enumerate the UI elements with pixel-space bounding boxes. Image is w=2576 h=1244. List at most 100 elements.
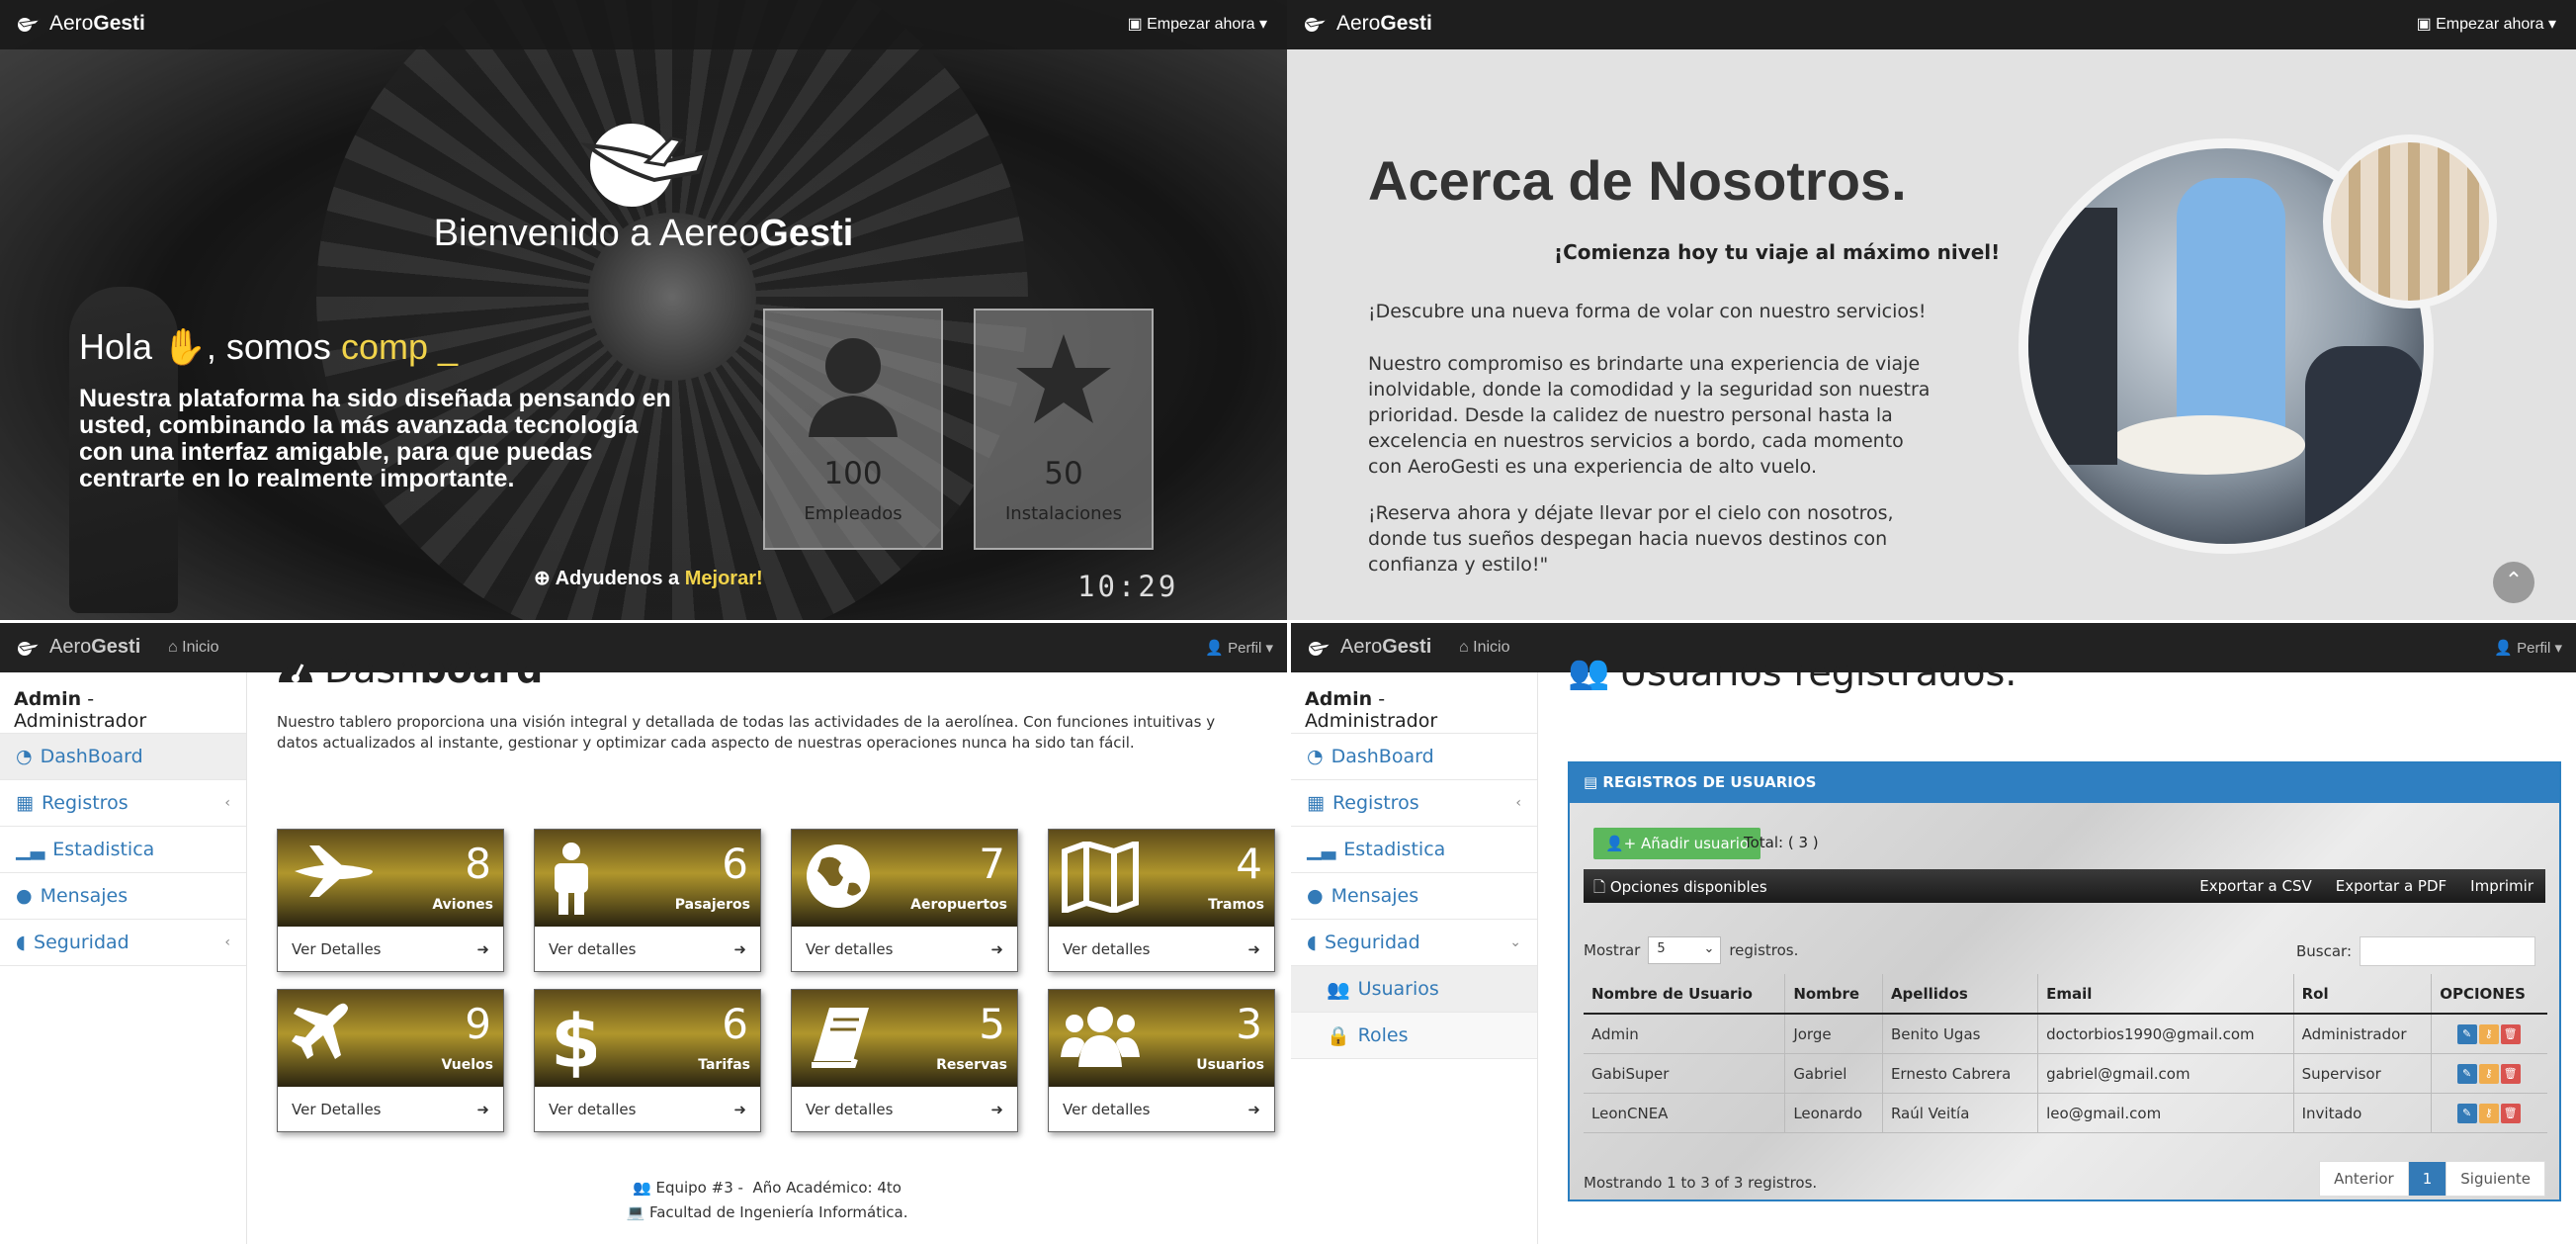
dashboard-icon xyxy=(279,664,312,682)
options-bar: 🗋 Opciones disponibles Exportar a CSV Ex… xyxy=(1584,869,2545,903)
arrow-circle-right-icon: ➜ xyxy=(990,939,1003,958)
brand-bold: Gesti xyxy=(1380,12,1432,35)
sidebar-user-role: Admin - Administrador xyxy=(1291,672,1537,734)
chevron-left-icon: ‹ xyxy=(1515,795,1521,811)
greeting-somos: , somos xyxy=(206,326,331,367)
arrow-circle-right-icon: ➜ xyxy=(476,939,489,958)
tile-label: Aeropuertos xyxy=(910,897,1007,913)
edit-icon[interactable]: ✎ xyxy=(2456,1064,2477,1084)
profile-menu[interactable]: 👤 Perfil ▾ xyxy=(2494,639,2562,657)
add-user-label: Añadir usuario xyxy=(1641,835,1750,852)
view-details-link[interactable]: Ver Detalles ➜ xyxy=(278,927,503,971)
view-details-label: Ver detalles xyxy=(806,1100,894,1118)
trash-icon[interactable]: 🗑 xyxy=(2500,1024,2521,1044)
view-details-link[interactable]: Ver Detalles ➜ xyxy=(278,1087,503,1131)
about-paragraph-2: Nuestro compromiso es brindarte una expe… xyxy=(1368,353,1931,478)
plane-logo-icon xyxy=(1309,641,1332,656)
improve-link[interactable]: Mejorar! xyxy=(685,568,763,589)
sidebar-item-dashboard[interactable]: ◔ DashBoard xyxy=(0,734,246,780)
title-part-b: board xyxy=(419,648,544,691)
stat-label: Instalaciones xyxy=(1005,503,1122,524)
dashboard-screen: AeroGesti ⌂ Inicio 👤 Perfil ▾ Admin - Ad… xyxy=(0,623,1287,1244)
profile-menu[interactable]: 👤 Perfil ▾ xyxy=(1205,639,1273,657)
sidebar-item-estadistica[interactable]: ▁▃ Estadistica xyxy=(0,827,246,873)
home-label: Inicio xyxy=(182,639,219,656)
sidebar-item-label: Estadistica xyxy=(52,839,155,860)
view-details-link[interactable]: Ver detalles ➜ xyxy=(1049,927,1274,971)
trash-icon[interactable]: 🗑 xyxy=(2500,1104,2521,1123)
help-prefix: Adyudenos a xyxy=(555,568,680,589)
tile-header: 8 Aviones xyxy=(278,830,503,927)
prev-page-button[interactable]: Anterior xyxy=(2320,1162,2409,1196)
sidebar-item-roles[interactable]: 🔒 Roles xyxy=(1291,1013,1537,1059)
sidebar-item-mensajes[interactable]: ● Mensajes xyxy=(0,873,246,920)
column-header[interactable]: OPCIONES xyxy=(2431,974,2547,1015)
typed-text: comp _ xyxy=(340,326,459,367)
stat-tile-aviones: 8 Aviones Ver Detalles ➜ xyxy=(277,829,504,972)
table-cell: Ernesto Cabrera xyxy=(1882,1053,2039,1094)
clock-display: 10:29 xyxy=(1077,570,1179,603)
view-details-link[interactable]: Ver detalles ➜ xyxy=(792,927,1017,971)
table-row: LeonCNEA Leonardo Raúl Veitía leo@gmail.com… xyxy=(1584,1093,2547,1133)
help-link[interactable]: ⊕ Adyudenos a Mejorar! xyxy=(534,566,763,590)
edit-icon[interactable]: ✎ xyxy=(2456,1104,2477,1123)
tile-header: 3 Usuarios xyxy=(1049,990,1274,1087)
key-icon[interactable]: ⚷ xyxy=(2478,1104,2499,1123)
map-icon xyxy=(1061,839,1140,917)
brand-logo[interactable]: AeroGesti xyxy=(1307,636,1431,659)
sidebar-item-label: Mensajes xyxy=(1331,885,1419,907)
shield-icon: ◖ xyxy=(1307,932,1318,953)
hero-navbar: AeroGesti ▣ Empezar ahora ▾ xyxy=(0,0,1287,49)
brand-logo[interactable]: AeroGesti xyxy=(16,12,145,36)
sidebar-item-seguridad[interactable]: ◖ Seguridad ‹ xyxy=(0,920,246,966)
home-link[interactable]: ⌂ Inicio xyxy=(168,639,218,657)
view-details-link[interactable]: Ver detalles ➜ xyxy=(535,927,760,971)
export-csv-button[interactable]: Exportar a CSV xyxy=(2199,877,2311,895)
sidebar-item-registros[interactable]: ▦ Registros ‹ xyxy=(1291,780,1537,827)
stat-card-employees: 100 Empleados xyxy=(763,309,943,550)
print-button[interactable]: Imprimir xyxy=(2470,877,2533,895)
page-size-select[interactable]: 5 ⌄ xyxy=(1648,936,1722,964)
scroll-top-button[interactable]: ⌃ xyxy=(2493,562,2534,603)
view-details-link[interactable]: Ver detalles ➜ xyxy=(1049,1087,1274,1131)
sidebar-item-seguridad[interactable]: ◖ Seguridad ⌄ xyxy=(1291,920,1537,966)
next-page-button[interactable]: Siguiente xyxy=(2447,1162,2544,1196)
add-user-button[interactable]: 👤+ Añadir usuario xyxy=(1593,828,1761,859)
edit-icon[interactable]: ✎ xyxy=(2456,1024,2477,1044)
home-link[interactable]: ⌂ Inicio xyxy=(1459,639,1509,657)
column-header[interactable]: Email xyxy=(2037,974,2294,1015)
sidebar-item-mensajes[interactable]: ● Mensajes xyxy=(1291,873,1537,920)
trash-icon[interactable]: 🗑 xyxy=(2500,1064,2521,1084)
brand-prefix: Aero xyxy=(1340,636,1383,658)
search-control: Buscar: xyxy=(2296,936,2535,966)
about-title: Acerca de Nosotros. xyxy=(1368,149,1907,212)
column-header[interactable]: Apellidos xyxy=(1882,974,2039,1015)
sidebar-item-dashboard[interactable]: ◔ DashBoard xyxy=(1291,734,1537,780)
stat-tile-tarifas: $6 Tarifas Ver detalles ➜ xyxy=(534,989,761,1132)
sidebar-item-registros[interactable]: ▦ Registros ‹ xyxy=(0,780,246,827)
view-details-link[interactable]: Ver detalles ➜ xyxy=(535,1087,760,1131)
key-icon[interactable]: ⚷ xyxy=(2478,1024,2499,1044)
pagination: Anterior 1 Siguiente xyxy=(2319,1161,2545,1197)
view-details-link[interactable]: Ver detalles ➜ xyxy=(792,1087,1017,1131)
hero-description: Nuestra plataforma ha sido diseñada pens… xyxy=(79,385,671,492)
start-now-menu[interactable]: ▣ Empezar ahora ▾ xyxy=(2417,14,2556,34)
start-now-menu[interactable]: ▣ Empezar ahora ▾ xyxy=(1128,14,1267,34)
tile-label: Tramos xyxy=(1208,897,1264,913)
brand-logo[interactable]: AeroGesti xyxy=(1303,12,1432,36)
dashboard-icon: ◔ xyxy=(1307,746,1324,767)
home-label: Inicio xyxy=(1473,639,1510,656)
key-icon[interactable]: ⚷ xyxy=(2478,1064,2499,1084)
column-header[interactable]: Nombre de Usuario xyxy=(1584,974,1786,1015)
page-1-button[interactable]: 1 xyxy=(2408,1162,2447,1196)
column-header[interactable]: Nombre xyxy=(1784,974,1883,1015)
person-icon xyxy=(547,842,596,920)
sidebar-item-estadistica[interactable]: ▁▃ Estadistica xyxy=(1291,827,1537,873)
about-paragraph-1: ¡Descubre una nueva forma de volar con n… xyxy=(1368,301,1927,322)
column-header[interactable]: Rol xyxy=(2293,974,2433,1015)
plane-logo-icon xyxy=(1305,18,1329,32)
export-pdf-button[interactable]: Exportar a PDF xyxy=(2336,877,2447,895)
sidebar-item-usuarios[interactable]: 👥 Usuarios xyxy=(1291,966,1537,1013)
brand-logo[interactable]: AeroGesti xyxy=(16,636,140,659)
search-input[interactable] xyxy=(2360,936,2535,966)
